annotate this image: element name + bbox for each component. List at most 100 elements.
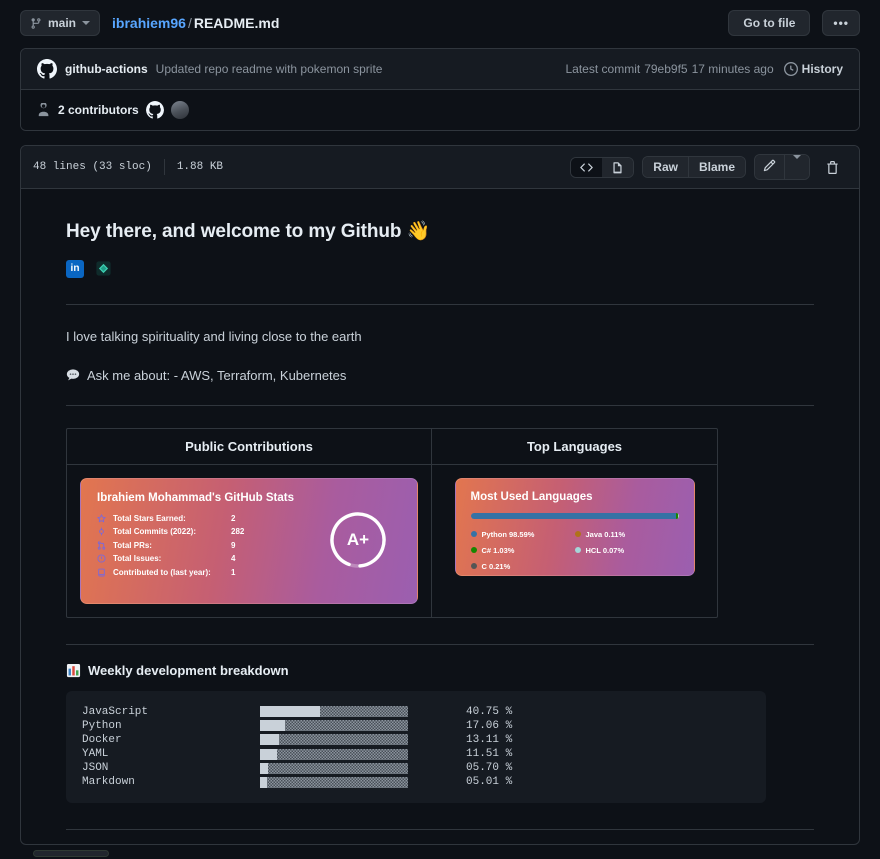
language-legend-item: C 0.21% — [470, 561, 575, 571]
code-icon — [580, 162, 594, 172]
latest-commit-row: github-actions Updated repo readme with … — [21, 49, 859, 90]
breadcrumb: ibrahiem96/README.md — [112, 15, 279, 31]
edit-dropdown-button[interactable] — [784, 155, 809, 179]
rank-grade: A+ — [346, 529, 370, 549]
language-bar-segment-python — [470, 512, 676, 519]
weekly-language-name: YAML — [82, 748, 109, 761]
blame-button[interactable]: Blame — [687, 157, 745, 177]
weekly-bar-track — [260, 776, 408, 788]
page-scroll-indicator[interactable] — [33, 850, 109, 857]
top-languages-body: Most Used Languages Python 98.59% Java 0… — [432, 465, 717, 589]
public-contributions-column: Public Contributions Ibrahiem Mohammad's… — [67, 429, 431, 617]
public-contributions-body: Ibrahiem Mohammad's GitHub Stats Total S… — [67, 465, 431, 617]
language-legend-label: Python 98.59% — [481, 529, 535, 539]
weekly-row: Docker 13.11 % — [82, 733, 750, 747]
bar-chart-icon — [66, 663, 81, 677]
language-legend-item: HCL 0.07% — [574, 546, 679, 555]
weekly-bar-track — [260, 762, 408, 774]
go-to-file-button[interactable]: Go to file — [728, 10, 811, 36]
readme-toolbar-actions: Raw Blame — [570, 154, 847, 180]
weekly-bar-fill — [260, 762, 269, 774]
pull-request-icon — [97, 541, 106, 550]
language-legend: Python 98.59% Java 0.11% C# 1.03% HCL 0.… — [470, 529, 679, 575]
preview-view-button[interactable] — [602, 157, 634, 177]
code-view-button[interactable] — [571, 157, 603, 177]
commit-time: 17 minutes ago — [691, 62, 774, 76]
top-languages-header: Top Languages — [432, 429, 717, 465]
repo-file-topbar: main ibrahiem96/README.md Go to file ••• — [0, 0, 880, 48]
commit-author[interactable]: github-actions — [65, 62, 148, 76]
top-languages-column: Top Languages Most Used Languages Python… — [431, 428, 717, 617]
breadcrumb-owner-link[interactable]: ibrahiem96 — [112, 15, 186, 31]
stat-label: Total PRs: — [113, 540, 152, 550]
contributor-avatar-user[interactable] — [170, 101, 189, 119]
public-contributions-header: Public Contributions — [67, 429, 431, 465]
speech-balloon-icon — [66, 369, 80, 381]
file-size: 1.88 KB — [176, 161, 224, 173]
language-color-dot — [470, 531, 477, 538]
weekly-bar-track — [260, 734, 408, 746]
view-mode-toggle — [570, 156, 635, 178]
language-distribution-bar — [470, 512, 679, 519]
stat-label: Contributed to (last year): — [113, 567, 211, 577]
commit-latest-label: Latest commit — [565, 62, 641, 76]
linkedin-badge-icon[interactable]: in — [66, 259, 84, 278]
markdown-divider-3 — [66, 643, 814, 645]
github-stats-card[interactable]: Ibrahiem Mohammad's GitHub Stats Total S… — [80, 477, 418, 604]
trash-icon — [827, 160, 838, 174]
commit-history-link[interactable]: History — [783, 62, 843, 76]
star-icon — [97, 514, 106, 523]
raw-button[interactable]: Raw — [643, 157, 688, 177]
most-used-languages-title: Most Used Languages — [470, 490, 593, 503]
language-color-dot — [574, 531, 581, 538]
commit-message[interactable]: Updated repo readme with pokemon sprite — [156, 62, 383, 76]
weekly-progress-bar — [260, 734, 408, 746]
breadcrumb-filename: README.md — [193, 15, 280, 31]
weekly-percent: 05.01 % — [466, 776, 513, 789]
stat-value: 2 — [231, 513, 236, 523]
chevron-down-icon — [82, 21, 91, 25]
weekly-row: JSON 05.70 % — [82, 761, 750, 775]
people-icon — [38, 103, 49, 117]
edit-file-button[interactable] — [755, 155, 784, 179]
readme-paragraph-2-row: Ask me about: - AWS, Terraform, Kubernet… — [66, 368, 814, 383]
contributors-count[interactable]: 2 contributors — [58, 103, 139, 117]
stat-value: 9 — [231, 540, 236, 550]
commit-sha[interactable]: 79eb9f5 — [644, 62, 687, 76]
toolbar-divider — [163, 159, 165, 175]
github-actions-avatar — [37, 59, 57, 79]
file-line-count: 48 lines (33 sloc) — [33, 161, 152, 173]
more-options-button[interactable]: ••• — [822, 10, 860, 36]
repo-icon — [98, 568, 105, 577]
contributor-avatar-github-actions[interactable] — [145, 101, 164, 119]
language-legend-label: C 0.21% — [481, 561, 511, 571]
terraform-badge-icon[interactable] — [94, 259, 113, 278]
delete-file-button[interactable] — [818, 156, 847, 179]
weekly-bar-fill — [260, 720, 286, 732]
weekly-percent: 05.70 % — [466, 762, 513, 775]
stat-value: 1 — [231, 567, 236, 577]
weekly-language-name: Docker — [82, 733, 122, 746]
branch-selector[interactable]: main — [20, 10, 101, 36]
most-used-languages-card[interactable]: Most Used Languages Python 98.59% Java 0… — [454, 477, 695, 576]
weekly-bar-track — [260, 748, 408, 760]
history-label: History — [801, 62, 843, 76]
weekly-percent: 17.06 % — [466, 719, 513, 732]
weekly-bar-fill — [260, 776, 268, 788]
stat-value: 282 — [231, 527, 245, 537]
weekly-progress-bar — [260, 762, 408, 774]
stat-value: 4 — [231, 554, 236, 564]
weekly-bar-fill — [260, 748, 278, 760]
weekly-row: Markdown 05.01 % — [82, 775, 750, 789]
weekly-bar-fill — [260, 706, 321, 718]
weekly-language-name: JSON — [82, 762, 109, 775]
rank-ring: A+ — [327, 509, 389, 571]
chevron-down-icon — [793, 155, 801, 173]
readme-paragraph-2: Ask me about: - AWS, Terraform, Kubernet… — [87, 367, 347, 383]
weekly-percent: 40.75 % — [466, 705, 513, 718]
readme-toolbar: 48 lines (33 sloc) 1.88 KB Raw Blame — [21, 146, 859, 189]
readme-paragraph-1: I love talking spirituality and living c… — [66, 329, 362, 344]
readme-heading: Hey there, and welcome to my Github 👋 — [66, 221, 431, 242]
weekly-language-name: Markdown — [82, 776, 135, 789]
commit-icon — [99, 527, 104, 536]
